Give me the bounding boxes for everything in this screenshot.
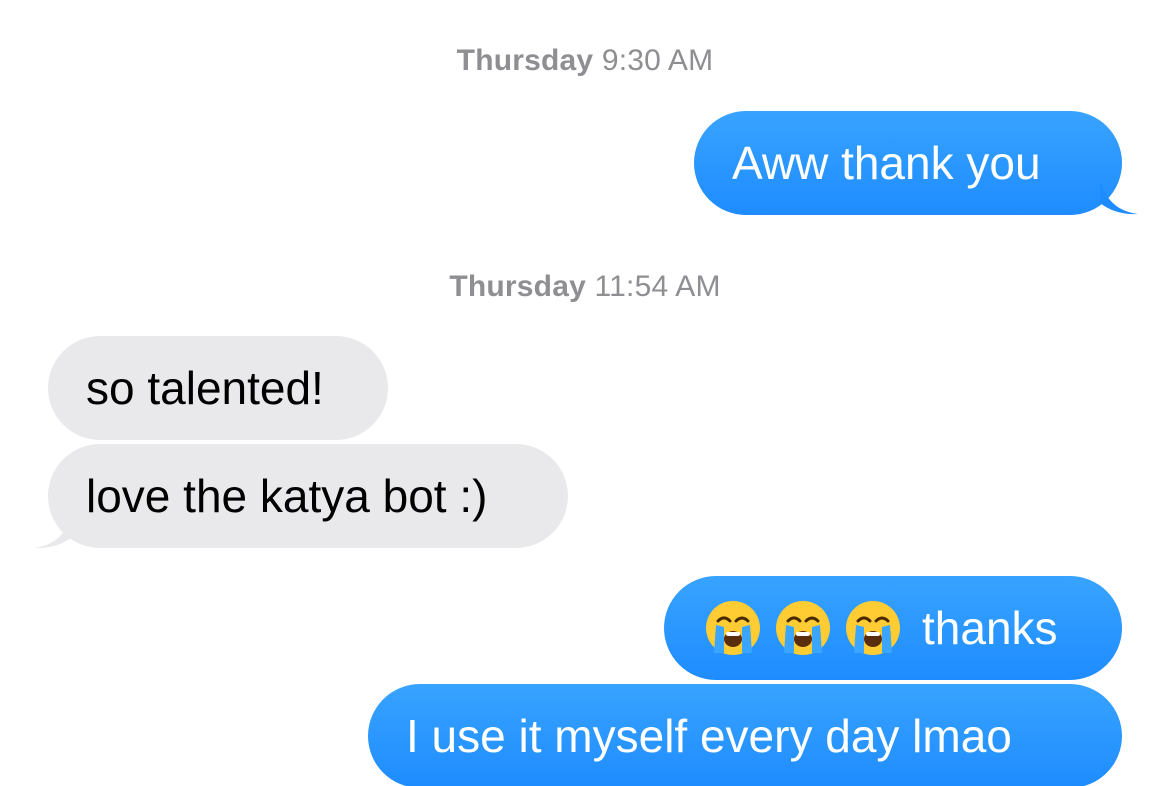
timestamp-2: Thursday 11:54 AM <box>0 270 1170 304</box>
message-text: so talented! <box>86 362 324 414</box>
bubble-tail-received <box>34 515 72 549</box>
message-bubble-sent[interactable]: thanks <box>664 576 1122 680</box>
timestamp-time: 11:54 AM <box>594 270 721 303</box>
message-text: thanks <box>922 602 1058 654</box>
loudly-crying-face-icon <box>774 599 832 657</box>
message-thread: Thursday 9:30 AM Aww thank you Thursday … <box>0 0 1170 786</box>
message-text: love the katya bot :) <box>86 470 488 522</box>
timestamp-1: Thursday 9:30 AM <box>0 44 1170 78</box>
loudly-crying-face-icon <box>704 599 762 657</box>
bubble-tail-sent <box>1100 181 1138 215</box>
message-bubble-sent[interactable]: I use it myself every day lmao <box>368 684 1122 786</box>
message-bubble-received[interactable]: love the katya bot :) <box>48 444 568 548</box>
loudly-crying-face-icon <box>844 599 902 657</box>
message-bubble-sent[interactable]: Aww thank you <box>694 111 1122 215</box>
timestamp-day: Thursday <box>456 44 594 77</box>
timestamp-day: Thursday <box>449 270 586 303</box>
message-text: Aww thank you <box>732 137 1041 189</box>
timestamp-time: 9:30 AM <box>601 44 714 77</box>
message-bubble-received[interactable]: so talented! <box>48 336 388 440</box>
message-text: I use it myself every day lmao <box>406 710 1012 762</box>
